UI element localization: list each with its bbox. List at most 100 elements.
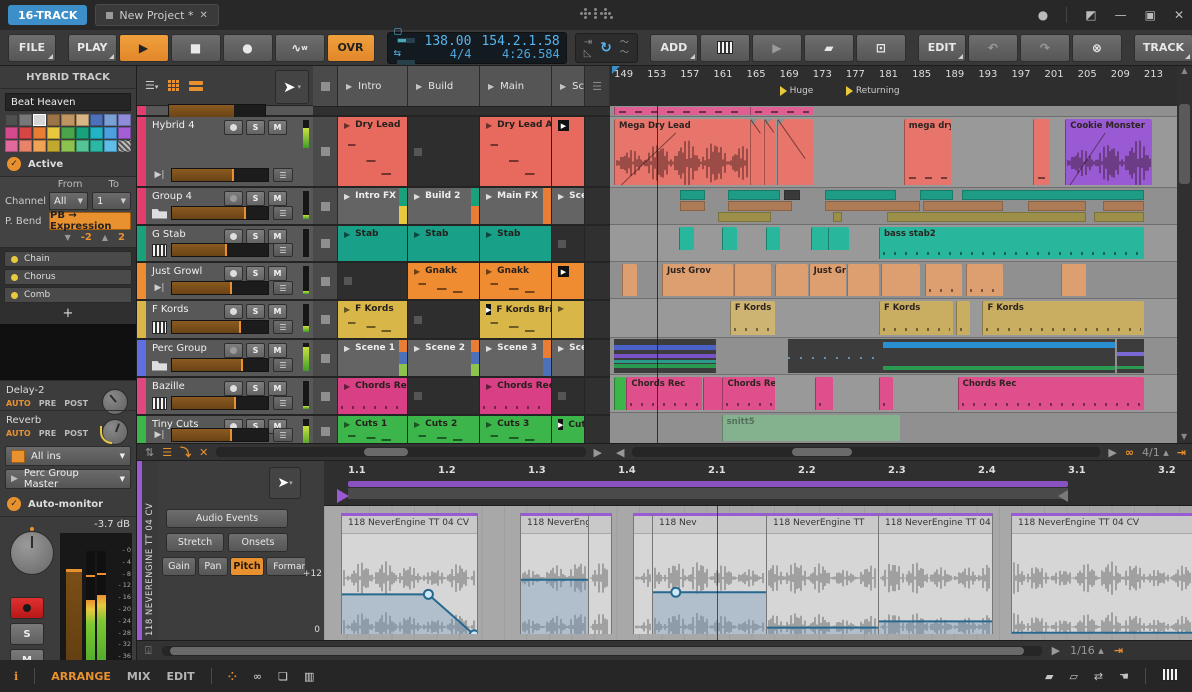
expression-item[interactable]: Chorus <box>4 269 132 285</box>
clip-slot[interactable]: ▶Main FX <box>480 188 552 224</box>
palette-color[interactable] <box>33 140 46 152</box>
audio-event-clip[interactable] <box>588 513 612 634</box>
track-menu-button[interactable]: ☰ <box>273 168 293 182</box>
track-mute-button[interactable]: M <box>268 191 287 206</box>
arranger-clip[interactable] <box>722 227 738 250</box>
active-toggle[interactable]: ✓ Active <box>0 152 136 176</box>
track-arm-button[interactable] <box>224 191 243 206</box>
palette-color[interactable] <box>90 140 103 152</box>
close-project-icon[interactable]: ✕ <box>199 10 207 21</box>
scene-header[interactable]: ▶Build <box>408 66 480 106</box>
clip-slot[interactable]: ▶Scene 2 <box>408 340 480 376</box>
onscreen-keyboard-icon[interactable] <box>1162 668 1178 684</box>
single-panel-icon[interactable]: ❏ <box>278 670 288 683</box>
tempo-display[interactable]: 138.004/4 <box>425 35 472 61</box>
arranger-clip[interactable]: Just Grov <box>809 264 846 296</box>
track-mute-button[interactable]: M <box>268 266 287 281</box>
palette-color[interactable] <box>104 114 117 126</box>
arranger-clip[interactable] <box>879 377 893 410</box>
file-button[interactable]: FILE <box>8 34 56 62</box>
arranger-clip[interactable] <box>811 227 828 250</box>
arranger-clip[interactable]: Mega Dry Lead <box>614 119 749 185</box>
clip-slot[interactable]: ▶Cut <box>552 416 585 443</box>
palette-color[interactable] <box>19 140 32 152</box>
palette-color[interactable] <box>118 140 131 152</box>
link-zoom-icon[interactable]: ∞ <box>1125 446 1134 459</box>
arranger-clip[interactable] <box>622 264 637 296</box>
add-fx-icon[interactable]: ⊡ <box>856 34 906 62</box>
track-mute-button[interactable]: M <box>268 381 287 396</box>
mix-view-button[interactable]: MIX <box>127 670 151 683</box>
input-select[interactable]: All ins▼ <box>5 446 131 466</box>
send-mode-auto[interactable]: AUTO <box>6 429 31 438</box>
arranger-clip[interactable] <box>777 119 813 185</box>
volume-slider[interactable] <box>171 168 269 182</box>
arranger-clip[interactable] <box>703 377 722 410</box>
arranger-clip[interactable] <box>614 107 750 115</box>
clip-slot[interactable] <box>408 378 480 414</box>
audio-event-clip[interactable]: 118 Nev <box>652 513 768 634</box>
palette-color[interactable] <box>76 140 89 152</box>
clip-slot[interactable]: ▶Intro FX <box>338 188 408 224</box>
arrangement-cue-marker[interactable]: Returning <box>846 86 900 96</box>
stop-button[interactable]: ■ <box>171 34 221 62</box>
add-audio-icon[interactable]: ▶ <box>752 34 802 62</box>
scene-play-icon[interactable]: ▶ <box>416 82 422 91</box>
loop-end-icon[interactable] <box>1058 490 1068 502</box>
send-mode-pre[interactable]: PRE <box>39 429 57 438</box>
arranger-clip[interactable] <box>956 301 970 335</box>
clip-slot[interactable]: ▶ <box>552 301 585 338</box>
track-solo-button[interactable]: S <box>246 304 265 319</box>
scene-play-icon[interactable]: ▶ <box>346 82 352 91</box>
clip-slot[interactable]: ▶Stab <box>408 226 480 261</box>
arranger-track-lane[interactable]: Just GrovJust Grov <box>610 262 1177 299</box>
clip-slot[interactable]: ▶Dry Lead Alt <box>480 117 552 186</box>
clip-slot[interactable]: ▶Scene 1 <box>338 340 408 376</box>
maximize-icon[interactable]: ▣ <box>1145 8 1156 22</box>
arranger-clip[interactable] <box>679 227 695 250</box>
arranger-clip[interactable] <box>734 264 771 296</box>
add-expression-button[interactable]: + <box>4 305 132 321</box>
arranger-track-lane[interactable]: snitt5 <box>610 413 1177 443</box>
solo-button[interactable]: S <box>10 623 44 645</box>
scroll-right-icon[interactable]: ▶ <box>1108 446 1116 459</box>
track-menu-button[interactable]: ☰ <box>273 206 293 220</box>
volume-slider[interactable] <box>171 243 269 257</box>
arranger-track-lane[interactable] <box>610 188 1177 225</box>
track-solo-button[interactable]: S <box>246 343 265 358</box>
palette-color[interactable] <box>5 114 18 126</box>
range-down-icon[interactable]: ▼ <box>65 233 71 242</box>
track-mute-button[interactable]: M <box>268 120 287 135</box>
palette-color[interactable] <box>47 127 60 139</box>
list-icon[interactable]: ☰ <box>162 446 172 459</box>
volume-slider[interactable] <box>168 104 266 118</box>
arranger-clip[interactable] <box>614 377 626 410</box>
editor-track-plate[interactable]: 118 NEVERENGINE TT 04 CV <box>137 461 159 640</box>
arranger-vertical-scrollbar[interactable]: ▲▼ <box>1177 66 1192 443</box>
audio-event-clip[interactable]: 118 NeverEngine TT 04 CV <box>1011 513 1192 634</box>
scene-menu-column[interactable]: ☰ <box>585 66 609 106</box>
scene-play-icon[interactable]: ▶ <box>560 82 566 91</box>
arranger-track-lane[interactable]: bass stab2 <box>610 225 1177 262</box>
send-mode-auto[interactable]: AUTO <box>6 399 31 408</box>
pan-button[interactable]: Pan <box>198 557 228 576</box>
overdub-button[interactable]: OVR <box>327 34 375 62</box>
add-instrument-icon[interactable] <box>700 34 750 62</box>
send-mode-post[interactable]: POST <box>64 399 88 408</box>
arm-record-button[interactable] <box>10 597 44 619</box>
fullscreen-icon[interactable]: ◩ <box>1085 8 1096 22</box>
redo-icon[interactable]: ↷ <box>1020 34 1070 62</box>
arranger-clip[interactable]: bass stab2 <box>879 227 1144 259</box>
arranger-clip[interactable]: F Kords <box>982 301 1143 335</box>
clip-slot[interactable]: ▶ <box>552 117 585 186</box>
clip-stop-button[interactable] <box>313 188 338 224</box>
track-menu-button[interactable]: ☰ <box>273 320 293 334</box>
range-min-value[interactable]: -2 <box>81 232 92 243</box>
clip-stop-button[interactable] <box>313 226 338 261</box>
channel-from-select[interactable]: All▼ <box>49 192 88 210</box>
gain-button[interactable]: Gain <box>162 557 196 576</box>
palette-color[interactable] <box>33 114 46 126</box>
palette-color[interactable] <box>5 140 18 152</box>
arranger-clip[interactable] <box>966 264 1003 296</box>
browser-panel-icon[interactable]: ▰ <box>1045 670 1053 683</box>
